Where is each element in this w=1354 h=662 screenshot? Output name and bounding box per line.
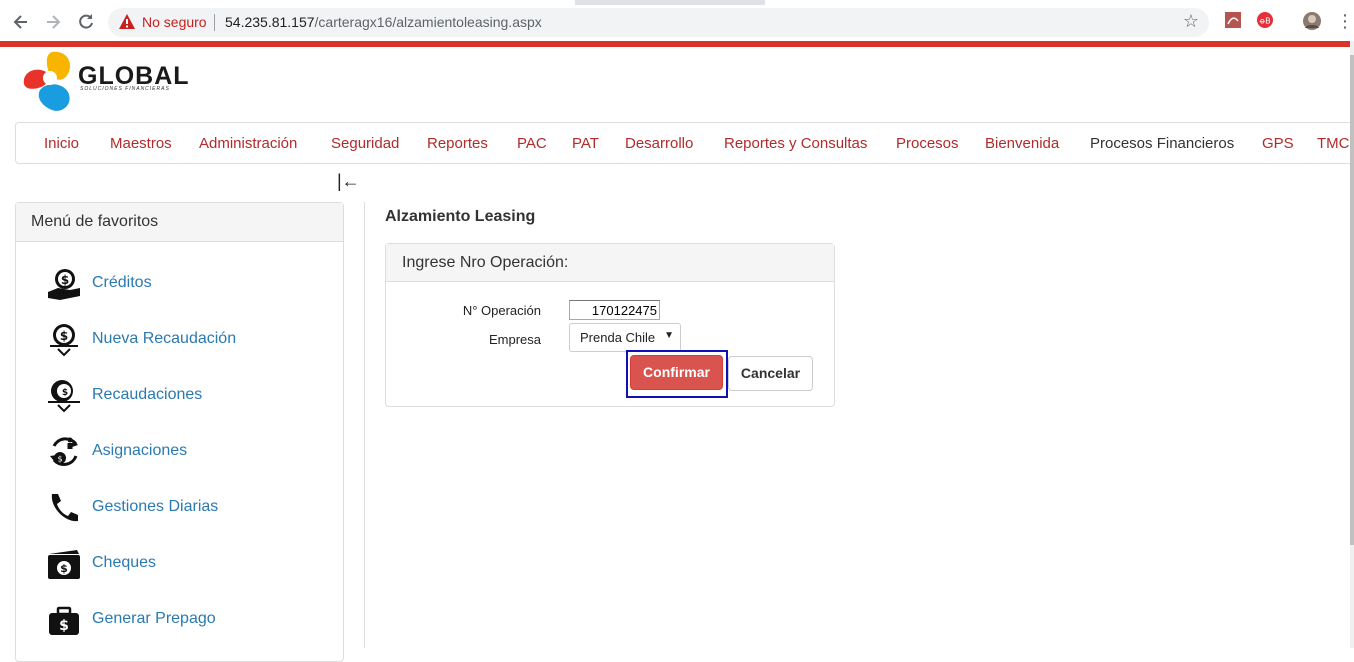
back-icon[interactable] — [11, 12, 31, 32]
forward-icon[interactable] — [43, 12, 63, 32]
security-label[interactable]: No seguro — [142, 14, 207, 30]
fav-label-recaudaciones: Recaudaciones — [92, 386, 203, 403]
menu-item-reportes-consultas[interactable]: Reportes y Consultas — [724, 135, 867, 152]
fav-item-asignaciones[interactable]: $ Asignaciones — [46, 432, 336, 472]
company-label: Empresa — [488, 332, 541, 347]
menu-item-inicio[interactable]: Inicio — [44, 135, 79, 152]
fav-item-cheques[interactable]: $ Cheques — [46, 544, 336, 584]
menu-item-maestros[interactable]: Maestros — [110, 135, 172, 152]
menu-item-administracion[interactable]: Administración — [199, 135, 297, 152]
menu-item-bienvenida[interactable]: Bienvenida — [985, 135, 1059, 152]
money-cycle-icon: $ — [50, 437, 78, 466]
money-list-icon: $ — [48, 380, 80, 413]
fav-label-creditos: Créditos — [92, 274, 152, 291]
top-accent-bar — [0, 41, 1350, 47]
fav-item-gestiones-diarias[interactable]: Gestiones Diarias — [46, 488, 336, 528]
operation-number-input[interactable] — [569, 300, 660, 320]
reload-icon[interactable] — [76, 12, 96, 32]
fav-item-creditos[interactable]: $ Créditos — [46, 264, 336, 304]
svg-text:$: $ — [60, 329, 68, 343]
scrollbar-thumb[interactable] — [1350, 55, 1354, 545]
brand-logo[interactable]: GLOBAL SOLUCIONES FINANCIERAS — [22, 50, 202, 116]
confirm-button[interactable]: Confirmar — [630, 355, 723, 390]
menu-item-desarrollo[interactable]: Desarrollo — [625, 135, 693, 152]
bookmark-star-icon[interactable]: ☆ — [1183, 11, 1199, 32]
sidebar-title: Menú de favoritos — [16, 203, 343, 242]
svg-text:$: $ — [60, 562, 68, 575]
menu-item-tmc[interactable]: TMC — [1317, 135, 1350, 152]
tab-strip — [0, 0, 1354, 5]
favorites-sidebar: Menú de favoritos $ Créditos $ Nueva Rec… — [15, 202, 344, 662]
warning-icon — [119, 14, 135, 29]
svg-text:$: $ — [62, 388, 68, 398]
pdf-extension-icon[interactable] — [1224, 11, 1244, 31]
briefcase-money-icon: $ — [49, 606, 79, 635]
money-hand-icon: $ — [48, 269, 80, 300]
svg-text:ꝋB: ꝋB — [1259, 17, 1270, 26]
adblock-extension-icon[interactable]: ꝋB — [1256, 11, 1276, 31]
menu-item-procesos[interactable]: Procesos — [896, 135, 959, 152]
address-bar[interactable]: No seguro 54.235.81.157/carteragx16/alza… — [108, 8, 1209, 37]
money-down-icon: $ — [50, 324, 78, 357]
top-navigation: Inicio Maestros Administración Seguridad… — [15, 122, 1350, 164]
profile-avatar-icon[interactable] — [1302, 11, 1322, 31]
tab-active[interactable] — [0, 0, 575, 5]
svg-text:$: $ — [61, 273, 69, 287]
cheque-icon: $ — [48, 550, 80, 579]
panel-title: Ingrese Nro Operación: — [386, 244, 834, 282]
company-select[interactable]: Prenda Chile ▼ — [569, 323, 681, 352]
menu-item-pac[interactable]: PAC — [517, 135, 547, 152]
menu-item-seguridad[interactable]: Seguridad — [331, 135, 399, 152]
fav-label-asignaciones: Asignaciones — [92, 442, 188, 459]
phone-icon — [51, 494, 78, 522]
menu-item-pat[interactable]: PAT — [572, 135, 599, 152]
url-text[interactable]: 54.235.81.157/carteragx16/alzamientoleas… — [225, 14, 542, 30]
fav-item-recaudaciones[interactable]: $ Recaudaciones — [46, 376, 336, 416]
svg-text:$: $ — [59, 618, 69, 634]
svg-text:$: $ — [57, 455, 62, 464]
brand-tagline: SOLUCIONES FINANCIERAS — [80, 86, 170, 92]
fav-item-generar-prepago[interactable]: $ Generar Prepago — [46, 600, 336, 640]
fav-item-nueva-recaudacion[interactable]: $ Nueva Recaudación — [46, 320, 336, 360]
tab-other[interactable] — [765, 0, 1354, 5]
content-divider — [364, 202, 365, 648]
fav-label-gestiones-diarias: Gestiones Diarias — [92, 498, 219, 515]
fav-label-nueva-recaudacion: Nueva Recaudación — [92, 330, 237, 347]
url-path: /carteragx16/alzamientoleasing.aspx — [314, 14, 542, 30]
browser-toolbar: No seguro 54.235.81.157/carteragx16/alza… — [0, 0, 1354, 41]
menu-item-reportes[interactable]: Reportes — [427, 135, 488, 152]
fav-label-generar-prepago: Generar Prepago — [92, 610, 216, 627]
collapse-sidebar-icon[interactable]: |← — [337, 171, 360, 192]
omnibox-divider — [214, 14, 215, 31]
fav-label-cheques: Cheques — [92, 554, 157, 571]
url-host: 54.235.81.157 — [225, 14, 315, 30]
menu-item-gps[interactable]: GPS — [1262, 135, 1294, 152]
cancel-button[interactable]: Cancelar — [728, 356, 813, 391]
company-selected-value: Prenda Chile — [580, 330, 656, 345]
browser-menu-icon[interactable]: ⋮ — [1336, 11, 1354, 31]
menu-item-procesos-financieros[interactable]: Procesos Financieros — [1090, 135, 1234, 152]
page-title: Alzamiento Leasing — [385, 208, 536, 225]
operation-panel: Ingrese Nro Operación: N° Operación Empr… — [385, 243, 835, 407]
operation-label: N° Operación — [462, 303, 541, 318]
dropdown-arrow-icon: ▼ — [664, 330, 674, 341]
